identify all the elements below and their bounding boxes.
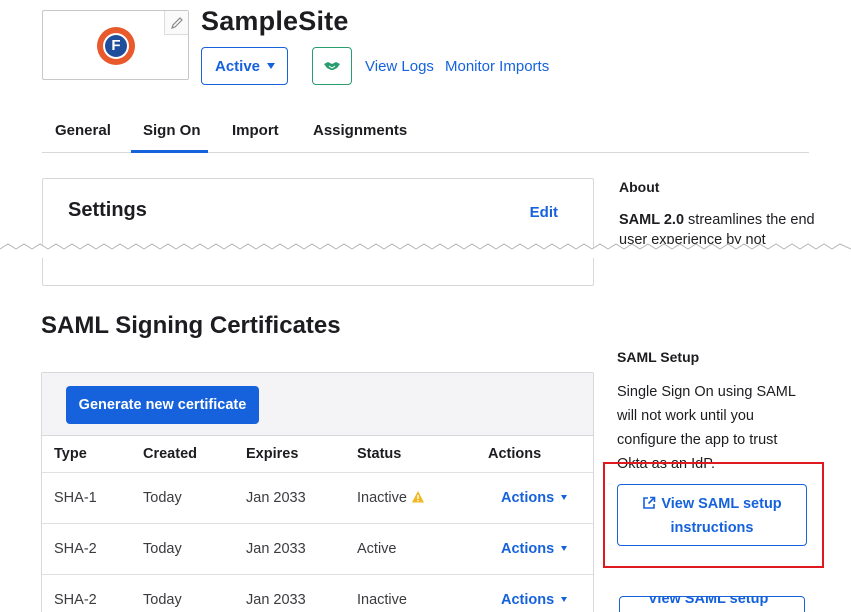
saml-setup-text: Single Sign On using SAML will not work … (617, 384, 796, 472)
row-actions-link[interactable]: Actions (501, 541, 554, 557)
generate-certificate-button[interactable]: Generate new certificate (66, 386, 259, 424)
column-header-type: Type (54, 446, 87, 462)
view-saml-setup-label: View SAML setup instructions (661, 496, 782, 536)
about-text-bold: SAML 2.0 (619, 212, 685, 228)
table-cell-type: SHA-2 (54, 592, 97, 608)
tab-assignments[interactable]: Assignments (313, 122, 407, 139)
column-header-created: Created (143, 446, 197, 462)
chevron-down-icon (561, 597, 567, 602)
column-header-actions: Actions (488, 446, 542, 462)
status-dropdown[interactable]: Active (201, 47, 288, 85)
chevron-down-icon (561, 495, 567, 500)
tab-general[interactable]: General (55, 122, 111, 139)
column-header-expires: Expires (246, 446, 299, 462)
app-title: SampleSite (201, 6, 349, 36)
monitor-imports-link[interactable]: Monitor Imports (445, 58, 549, 75)
pencil-icon[interactable] (164, 11, 188, 35)
handshake-button[interactable] (312, 47, 352, 85)
table-cell-status: Active (357, 541, 397, 557)
column-header-status: Status (357, 446, 402, 462)
row-actions-link[interactable]: Actions (501, 592, 554, 608)
table-cell-type: SHA-1 (54, 490, 97, 506)
chevron-down-icon (561, 546, 567, 551)
table-cell-status: Inactive (357, 592, 407, 608)
view-saml-setup-button-duplicate[interactable]: View SAML setup (619, 596, 805, 612)
table-cell-expires: Jan 2033 (246, 592, 306, 608)
table-cell-expires: Jan 2033 (246, 490, 306, 506)
handshake-icon (324, 62, 340, 70)
tab-sign-on[interactable]: Sign On (143, 122, 201, 139)
view-logs-link[interactable]: View Logs (365, 58, 434, 75)
tab-import[interactable]: Import (232, 122, 279, 139)
table-cell-created: Today (143, 592, 182, 608)
settings-title: Settings (68, 199, 147, 221)
tab-bar: General Sign On Import Assignments (42, 110, 809, 153)
active-tab-indicator (131, 150, 208, 153)
table-cell-created: Today (143, 541, 182, 557)
view-saml-setup-button[interactable]: View SAML setup instructions (617, 484, 807, 546)
status-dropdown-label: Active (215, 57, 261, 75)
chevron-down-icon (267, 63, 275, 69)
settings-card: Settings Edit (42, 178, 594, 286)
certificates-heading: SAML Signing Certificates (41, 312, 341, 339)
certificates-toolbar: Generate new certificate (42, 373, 593, 436)
about-title: About (619, 179, 660, 195)
external-link-icon (643, 496, 656, 509)
view-saml-setup-duplicate-label: View SAML setup (648, 596, 769, 607)
saml-setup-title: SAML Setup (617, 349, 700, 365)
app-logo: F (97, 27, 135, 65)
row-actions-link[interactable]: Actions (501, 490, 554, 506)
table-cell-created: Today (143, 490, 182, 506)
settings-edit-link[interactable]: Edit (530, 204, 558, 221)
warning-icon (412, 491, 424, 503)
app-logo-box: F (42, 10, 189, 80)
table-cell-status: Inactive (357, 490, 407, 506)
torn-edge (0, 243, 851, 258)
table-cell-expires: Jan 2033 (246, 541, 306, 557)
table-cell-type: SHA-2 (54, 541, 97, 557)
